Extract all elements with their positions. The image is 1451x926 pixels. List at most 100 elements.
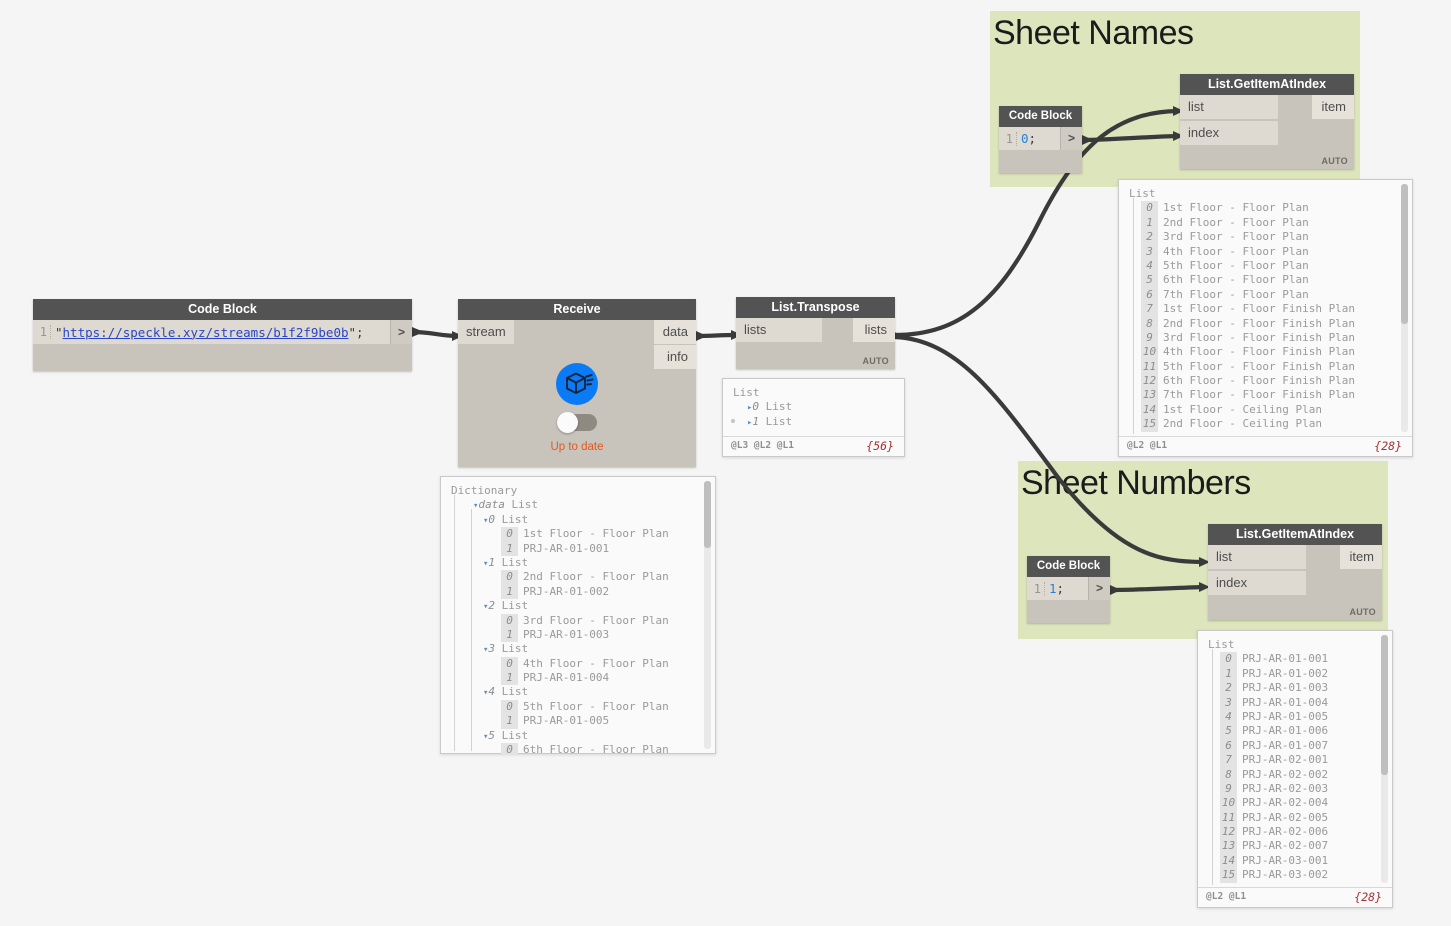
preview-row[interactable]: 2PRJ-AR-01-003 (1208, 681, 1392, 695)
preview-row[interactable]: 34th Floor - Floor Plan (1129, 245, 1412, 259)
auto-receive-toggle[interactable] (557, 414, 597, 431)
preview-row[interactable]: 1PRJ-AR-01-002 (1208, 667, 1392, 681)
preview-row[interactable]: 15PRJ-AR-03-002 (1208, 868, 1392, 882)
code-block-output-port[interactable]: > (1088, 577, 1110, 600)
preview-sublist-header[interactable]: ▾0 List (451, 513, 715, 527)
preview-row[interactable]: 12PRJ-AR-02-006 (1208, 825, 1392, 839)
preview-row[interactable]: 82nd Floor - Floor Finish Plan (1129, 317, 1412, 331)
preview-row[interactable]: 1PRJ-AR-01-001 (451, 542, 715, 556)
preview-sublist-header[interactable]: ▾2 List (451, 599, 715, 613)
toggle-knob[interactable] (557, 412, 578, 433)
code-block-line[interactable]: 1 1; > (1027, 577, 1110, 600)
preview-row[interactable]: 05th Floor - Floor Plan (451, 700, 715, 714)
preview-row[interactable]: 104th Floor - Floor Finish Plan (1129, 345, 1412, 359)
preview-row[interactable]: 1PRJ-AR-01-005 (451, 714, 715, 728)
code-text[interactable]: "https://speckle.xyz/streams/b1f2f9be0b"… (51, 325, 390, 340)
preview-row[interactable]: 01st Floor - Floor Plan (1129, 201, 1412, 215)
preview-row[interactable]: 0PRJ-AR-01-001 (1208, 652, 1392, 666)
preview-row[interactable]: 02nd Floor - Floor Plan (451, 570, 715, 584)
scrollbar-thumb[interactable] (1381, 635, 1388, 775)
preview-row[interactable]: 152nd Floor - Ceiling Plan (1129, 417, 1412, 431)
preview-row[interactable]: 137th Floor - Floor Finish Plan (1129, 388, 1412, 402)
port-in-stream[interactable]: stream (458, 320, 514, 344)
node-title: Code Block (1027, 556, 1110, 577)
stream-url-link[interactable]: https://speckle.xyz/streams/b1f2f9be0b (63, 325, 349, 340)
preview-row[interactable]: 03rd Floor - Floor Plan (451, 614, 715, 628)
preview-row[interactable]: 14PRJ-AR-03-001 (1208, 854, 1392, 868)
node-code-block-sheet-numbers[interactable]: Code Block 1 1; > (1027, 556, 1110, 623)
preview-scrollbar[interactable] (704, 481, 711, 749)
preview-index: 7 (1220, 753, 1237, 767)
preview-row[interactable]: 12nd Floor - Floor Plan (1129, 216, 1412, 230)
preview-sublist-header[interactable]: ▾3 List (451, 642, 715, 656)
preview-row[interactable]: 115th Floor - Floor Finish Plan (1129, 360, 1412, 374)
preview-row[interactable]: 93rd Floor - Floor Finish Plan (1129, 331, 1412, 345)
preview-row[interactable]: 10PRJ-AR-02-004 (1208, 796, 1392, 810)
preview-row[interactable]: 06th Floor - Floor Plan (451, 743, 715, 755)
preview-sublist-type: List (495, 642, 528, 655)
preview-scrollbar[interactable] (1381, 635, 1388, 883)
preview-sheet-numbers[interactable]: List 0PRJ-AR-01-0011PRJ-AR-01-0022PRJ-AR… (1197, 630, 1393, 908)
port-in-list[interactable]: list (1208, 545, 1306, 569)
code-block-line[interactable]: 1 "https://speckle.xyz/streams/b1f2f9be0… (33, 320, 412, 344)
preview-row[interactable]: ▸1 List (733, 415, 904, 429)
preview-row[interactable]: 1PRJ-AR-01-002 (451, 585, 715, 599)
preview-row[interactable]: 7PRJ-AR-02-001 (1208, 753, 1392, 767)
preview-row[interactable]: 6PRJ-AR-01-007 (1208, 739, 1392, 753)
preview-sublist-header[interactable]: ▾5 List (451, 729, 715, 743)
code-text[interactable]: 0; (1017, 131, 1060, 146)
preview-row[interactable]: 11PRJ-AR-02-005 (1208, 811, 1392, 825)
port-in-index[interactable]: index (1208, 571, 1306, 595)
preview-row[interactable]: 1PRJ-AR-01-003 (451, 628, 715, 642)
port-in-index[interactable]: index (1180, 121, 1278, 145)
port-out-lists[interactable]: lists (853, 318, 895, 342)
preview-scrollbar[interactable] (1401, 184, 1408, 432)
port-out-item[interactable]: item (1340, 545, 1382, 569)
preview-row[interactable]: 141st Floor - Ceiling Plan (1129, 403, 1412, 417)
group-sheet-names-title: Sheet Names (993, 14, 1194, 53)
preview-root-label: List (733, 386, 904, 400)
node-list-transpose[interactable]: List.Transpose lists lists AUTO (736, 297, 895, 369)
preview-row[interactable]: 3PRJ-AR-01-004 (1208, 696, 1392, 710)
preview-row[interactable]: 4PRJ-AR-01-005 (1208, 710, 1392, 724)
port-out-data[interactable]: data (654, 320, 696, 344)
preview-row[interactable]: 45th Floor - Floor Plan (1129, 259, 1412, 273)
speckle-cube-icon[interactable] (556, 363, 598, 405)
node-getitematindex-sheet-numbers[interactable]: List.GetItemAtIndex list index item AUTO (1208, 524, 1382, 620)
preview-list-transpose[interactable]: List ▸0 List ▸1 List @L3 @L2 @L1 {56} (722, 378, 905, 457)
preview-row[interactable]: 9PRJ-AR-02-003 (1208, 782, 1392, 796)
preview-sublist-header[interactable]: ▾4 List (451, 685, 715, 699)
preview-row[interactable]: 71st Floor - Floor Finish Plan (1129, 302, 1412, 316)
preview-sublist-header[interactable]: ▾1 List (451, 556, 715, 570)
preview-row[interactable]: 23rd Floor - Floor Plan (1129, 230, 1412, 244)
preview-row[interactable]: 56th Floor - Floor Plan (1129, 273, 1412, 287)
preview-index: 0 (1220, 652, 1237, 666)
preview-row[interactable]: 126th Floor - Floor Finish Plan (1129, 374, 1412, 388)
scrollbar-thumb[interactable] (704, 481, 711, 548)
port-in-list[interactable]: list (1180, 95, 1278, 119)
preview-receive-dictionary[interactable]: Dictionary ▾data List ▾0 List01st Floor … (440, 476, 716, 754)
node-code-block-url[interactable]: Code Block 1 "https://speckle.xyz/stream… (33, 299, 412, 371)
preview-row[interactable]: 04th Floor - Floor Plan (451, 657, 715, 671)
preview-row[interactable]: 8PRJ-AR-02-002 (1208, 768, 1392, 782)
code-block-output-port[interactable]: > (390, 320, 412, 344)
code-block-line[interactable]: 1 0; > (999, 127, 1082, 150)
scrollbar-thumb[interactable] (1401, 184, 1408, 324)
port-in-lists[interactable]: lists (736, 318, 822, 342)
preview-row[interactable]: ▸0 List (733, 400, 904, 414)
port-out-info[interactable]: info (654, 345, 696, 369)
port-out-item[interactable]: item (1312, 95, 1354, 119)
node-code-block-sheet-names[interactable]: Code Block 1 0; > (999, 106, 1082, 173)
preview-key-row[interactable]: ▾data List (451, 498, 715, 512)
preview-row[interactable]: 13PRJ-AR-02-007 (1208, 839, 1392, 853)
preview-row[interactable]: 67th Floor - Floor Plan (1129, 288, 1412, 302)
preview-sheet-names[interactable]: List 01st Floor - Floor Plan12nd Floor -… (1118, 179, 1413, 457)
preview-row[interactable]: 1PRJ-AR-01-004 (451, 671, 715, 685)
node-getitematindex-sheet-names[interactable]: List.GetItemAtIndex list index item AUTO (1180, 74, 1354, 169)
preview-row[interactable]: 01st Floor - Floor Plan (451, 527, 715, 541)
dynamo-canvas[interactable]: Sheet Names Sheet Numbers (0, 0, 1451, 926)
code-text[interactable]: 1; (1045, 581, 1088, 596)
node-receive[interactable]: Receive stream data info (458, 299, 696, 467)
code-block-output-port[interactable]: > (1060, 127, 1082, 150)
preview-row[interactable]: 5PRJ-AR-01-006 (1208, 724, 1392, 738)
